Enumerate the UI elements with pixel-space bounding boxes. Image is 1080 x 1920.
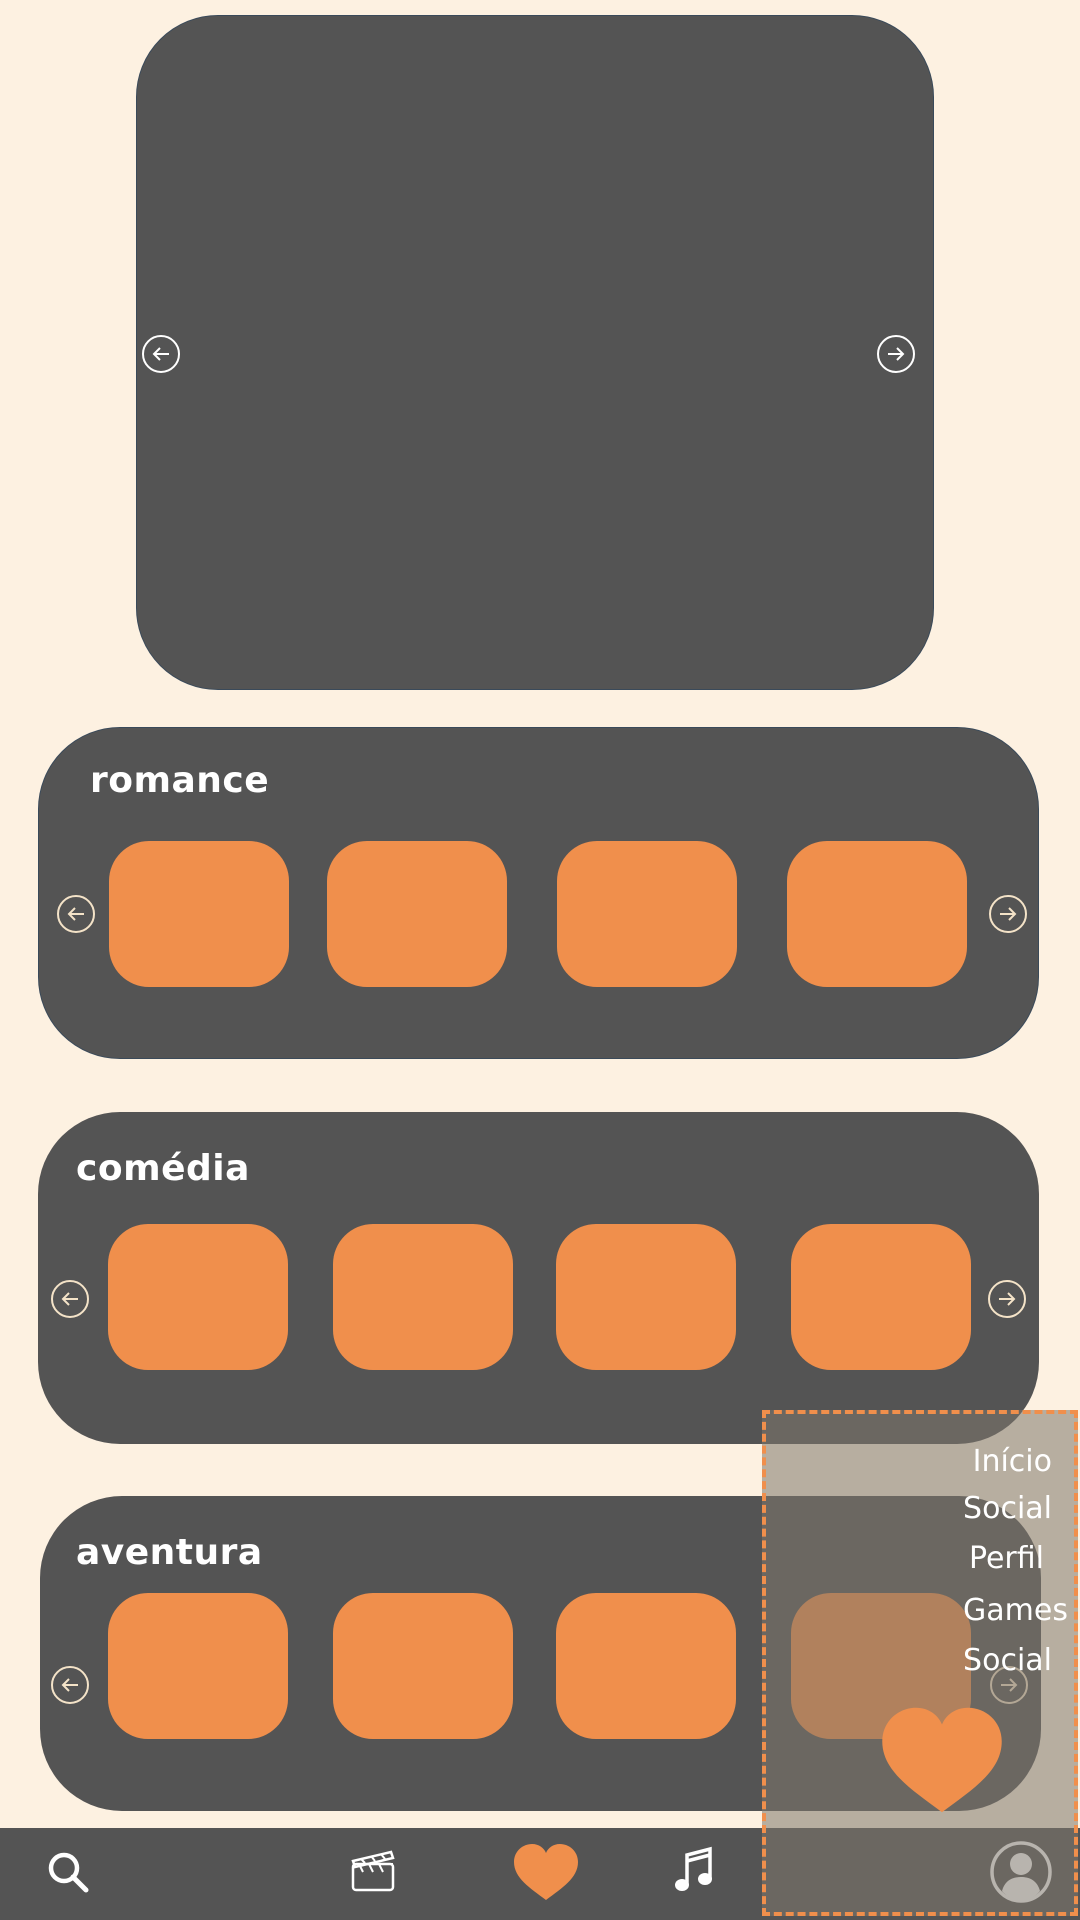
media-card[interactable] bbox=[556, 1224, 736, 1370]
clapperboard-icon[interactable] bbox=[349, 1846, 397, 1898]
media-card[interactable] bbox=[333, 1593, 513, 1739]
menu-item-games[interactable]: Games bbox=[963, 1593, 1068, 1628]
media-card[interactable] bbox=[327, 841, 507, 987]
menu-item-inicio[interactable]: Início bbox=[973, 1444, 1052, 1479]
row-prev-button[interactable] bbox=[51, 1280, 89, 1318]
row-next-button[interactable] bbox=[989, 895, 1027, 933]
heart-icon[interactable] bbox=[876, 1704, 1008, 1820]
hero-banner[interactable] bbox=[136, 15, 934, 690]
menu-item-social-2[interactable]: Social bbox=[963, 1643, 1052, 1678]
hero-prev-button[interactable] bbox=[142, 335, 180, 373]
heart-icon[interactable] bbox=[512, 1842, 580, 1906]
category-row-romance: romance bbox=[38, 727, 1039, 1059]
arrow-left-circle-icon bbox=[152, 347, 169, 361]
category-row-comedia: comédia bbox=[38, 1112, 1039, 1444]
arrow-left-circle-icon bbox=[61, 1292, 78, 1306]
hero-next-button[interactable] bbox=[877, 335, 915, 373]
row-next-button[interactable] bbox=[988, 1280, 1026, 1318]
music-note-icon[interactable] bbox=[674, 1846, 714, 1898]
menu-item-perfil[interactable]: Perfil bbox=[969, 1541, 1044, 1576]
side-menu: Início Social Perfil Games Social bbox=[762, 1410, 1078, 1916]
menu-item-social[interactable]: Social bbox=[963, 1491, 1052, 1526]
arrow-right-circle-icon bbox=[999, 1292, 1016, 1306]
row-prev-button[interactable] bbox=[51, 1666, 89, 1704]
media-card[interactable] bbox=[556, 1593, 736, 1739]
arrow-right-circle-icon bbox=[1000, 907, 1017, 921]
arrow-left-circle-icon bbox=[61, 1678, 78, 1692]
media-card[interactable] bbox=[333, 1224, 513, 1370]
arrow-right-circle-icon bbox=[888, 347, 905, 361]
media-card[interactable] bbox=[787, 841, 967, 987]
row-prev-button[interactable] bbox=[57, 895, 95, 933]
media-card[interactable] bbox=[108, 1593, 288, 1739]
media-card[interactable] bbox=[108, 1224, 288, 1370]
category-title: romance bbox=[90, 760, 270, 801]
media-card[interactable] bbox=[791, 1224, 971, 1370]
category-title: comédia bbox=[76, 1148, 250, 1189]
media-card[interactable] bbox=[557, 841, 737, 987]
search-icon[interactable] bbox=[46, 1850, 90, 1898]
arrow-left-circle-icon bbox=[67, 907, 84, 921]
media-card[interactable] bbox=[109, 841, 289, 987]
category-title: aventura bbox=[76, 1532, 263, 1573]
